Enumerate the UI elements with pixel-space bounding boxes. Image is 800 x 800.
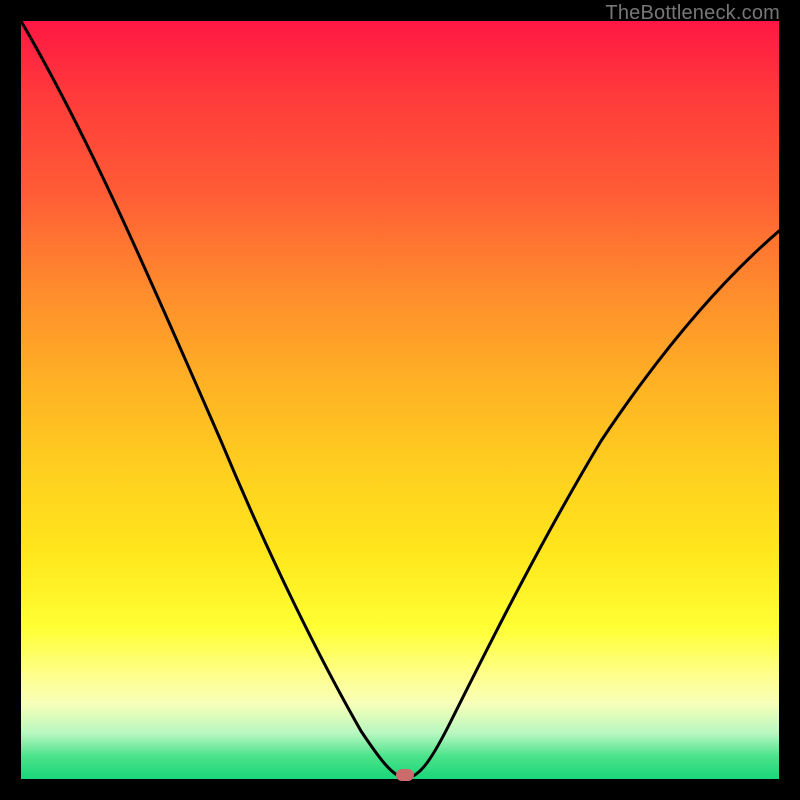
optimal-marker (396, 769, 414, 781)
watermark-text: TheBottleneck.com (605, 2, 780, 25)
gradient-plot-area (21, 21, 779, 779)
chart-frame: TheBottleneck.com (0, 0, 800, 800)
